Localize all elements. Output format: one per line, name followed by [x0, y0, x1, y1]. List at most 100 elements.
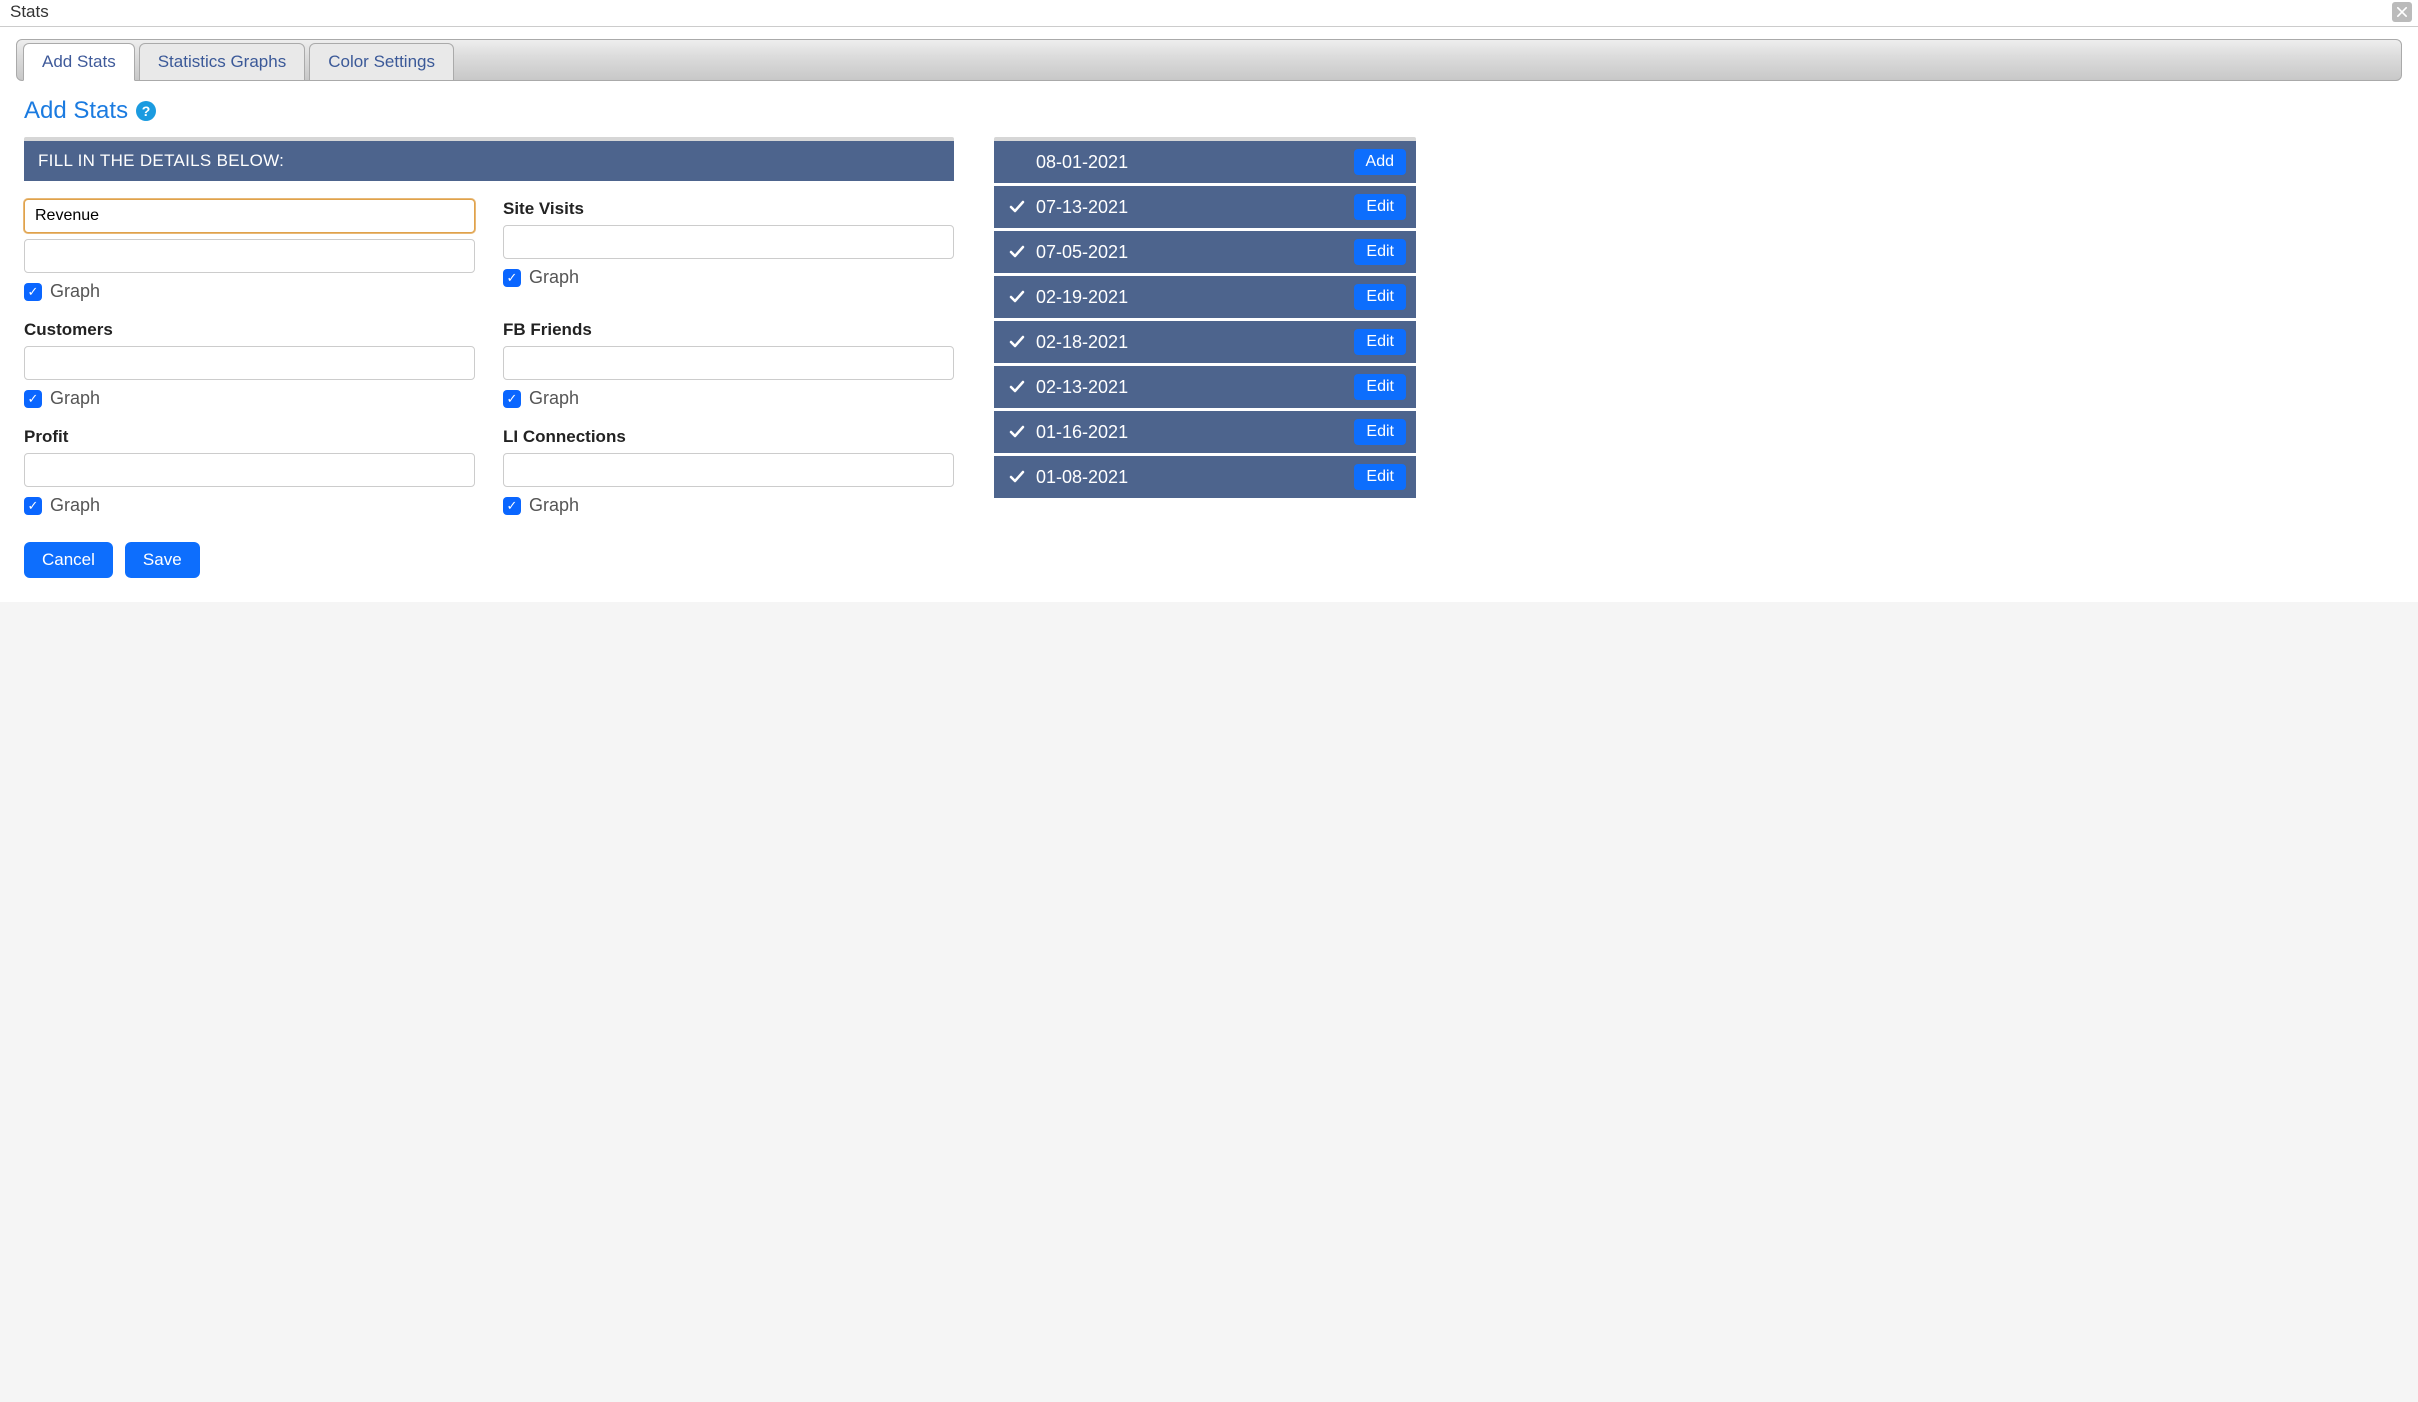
date-left: 02-18-2021 [1008, 332, 1128, 353]
edit-date-button[interactable]: Edit [1354, 329, 1406, 355]
tab-label: Statistics Graphs [158, 52, 287, 71]
date-row: 08-01-2021 Add [994, 141, 1416, 183]
field-label: LI Connections [503, 427, 954, 447]
page-heading: Add Stats [24, 97, 128, 125]
date-text: 08-01-2021 [1036, 152, 1128, 173]
li-connections-graph-checkbox[interactable] [503, 497, 521, 515]
date-row: 02-19-2021 Edit [994, 276, 1416, 318]
tab-label: Color Settings [328, 52, 435, 71]
graph-toggle-row: Graph [24, 388, 475, 409]
form-area: FILL IN THE DETAILS BELOW: Graph [24, 137, 954, 578]
revenue-extra-input[interactable] [24, 239, 475, 273]
edit-date-button[interactable]: Edit [1354, 464, 1406, 490]
date-list: 08-01-2021 Add 07-13-2021 Edit [994, 137, 1416, 501]
profit-input[interactable] [24, 453, 475, 487]
field-label: Customers [24, 320, 475, 340]
date-left: 07-13-2021 [1008, 197, 1128, 218]
date-row: 01-16-2021 Edit [994, 411, 1416, 453]
check-icon [1008, 423, 1026, 441]
content: Add Stats Statistics Graphs Color Settin… [0, 27, 2418, 602]
graph-toggle-row: Graph [503, 388, 954, 409]
date-left: 02-13-2021 [1008, 377, 1128, 398]
graph-label: Graph [50, 495, 100, 516]
date-text: 02-19-2021 [1036, 287, 1128, 308]
graph-toggle-row: Graph [24, 281, 475, 302]
site-visits-graph-checkbox[interactable] [503, 269, 521, 287]
date-text: 07-13-2021 [1036, 197, 1128, 218]
graph-label: Graph [50, 388, 100, 409]
graph-label: Graph [529, 267, 579, 288]
date-row: 07-05-2021 Edit [994, 231, 1416, 273]
check-icon-placeholder [1008, 153, 1026, 171]
field-customers: Customers Graph [24, 320, 475, 419]
date-row: 02-13-2021 Edit [994, 366, 1416, 408]
window-title: Stats [10, 2, 49, 22]
date-row: 01-08-2021 Edit [994, 456, 1416, 498]
graph-label: Graph [50, 281, 100, 302]
edit-date-button[interactable]: Edit [1354, 419, 1406, 445]
check-icon [1008, 198, 1026, 216]
fb-friends-graph-checkbox[interactable] [503, 390, 521, 408]
graph-toggle-row: Graph [24, 495, 475, 516]
main-columns: FILL IN THE DETAILS BELOW: Graph [24, 137, 2394, 578]
graph-toggle-row: Graph [503, 267, 954, 288]
date-left: 07-05-2021 [1008, 242, 1128, 263]
date-text: 01-16-2021 [1036, 422, 1128, 443]
edit-date-button[interactable]: Edit [1354, 374, 1406, 400]
add-date-button[interactable]: Add [1354, 149, 1406, 175]
date-text: 02-13-2021 [1036, 377, 1128, 398]
date-left: 08-01-2021 [1008, 152, 1128, 173]
field-li-connections: LI Connections Graph [503, 427, 954, 526]
date-left: 01-08-2021 [1008, 467, 1128, 488]
graph-toggle-row: Graph [503, 495, 954, 516]
graph-label: Graph [529, 495, 579, 516]
check-icon [1008, 378, 1026, 396]
fb-friends-input[interactable] [503, 346, 954, 380]
field-fb-friends: FB Friends Graph [503, 320, 954, 419]
page-heading-row: Add Stats ? [24, 97, 2394, 125]
profit-graph-checkbox[interactable] [24, 497, 42, 515]
revenue-input[interactable] [24, 199, 475, 233]
field-label: Site Visits [503, 199, 954, 219]
date-left: 02-19-2021 [1008, 287, 1128, 308]
check-icon [1008, 468, 1026, 486]
date-text: 02-18-2021 [1036, 332, 1128, 353]
customers-graph-checkbox[interactable] [24, 390, 42, 408]
field-label: FB Friends [503, 320, 954, 340]
edit-date-button[interactable]: Edit [1354, 194, 1406, 220]
title-bar: Stats [0, 0, 2418, 27]
save-button[interactable]: Save [125, 542, 200, 578]
tabs-bar: Add Stats Statistics Graphs Color Settin… [16, 39, 2402, 81]
stats-dialog: Stats Add Stats Statistics Graphs Color … [0, 0, 2418, 1082]
tab-statistics-graphs[interactable]: Statistics Graphs [139, 43, 306, 81]
empty-area [0, 602, 2418, 1082]
graph-label: Graph [529, 388, 579, 409]
date-left: 01-16-2021 [1008, 422, 1128, 443]
field-profit: Profit Graph [24, 427, 475, 526]
form-header: FILL IN THE DETAILS BELOW: [24, 141, 954, 181]
date-text: 07-05-2021 [1036, 242, 1128, 263]
li-connections-input[interactable] [503, 453, 954, 487]
cancel-button[interactable]: Cancel [24, 542, 113, 578]
tab-label: Add Stats [42, 52, 116, 71]
check-icon [1008, 243, 1026, 261]
edit-date-button[interactable]: Edit [1354, 284, 1406, 310]
date-row: 02-18-2021 Edit [994, 321, 1416, 363]
field-site-visits: Site Visits Graph [503, 199, 954, 312]
form-grid: Graph Site Visits Graph [24, 181, 954, 526]
form-buttons: Cancel Save [24, 542, 954, 578]
tab-add-stats[interactable]: Add Stats [23, 43, 135, 81]
edit-date-button[interactable]: Edit [1354, 239, 1406, 265]
customers-input[interactable] [24, 346, 475, 380]
field-revenue: Graph [24, 199, 475, 312]
date-row: 07-13-2021 Edit [994, 186, 1416, 228]
help-icon[interactable]: ? [136, 101, 156, 121]
field-label: Profit [24, 427, 475, 447]
date-text: 01-08-2021 [1036, 467, 1128, 488]
tab-panel-add-stats: Add Stats ? FILL IN THE DETAILS BELOW: [16, 81, 2402, 602]
revenue-graph-checkbox[interactable] [24, 283, 42, 301]
site-visits-input[interactable] [503, 225, 954, 259]
close-icon[interactable] [2392, 2, 2412, 22]
check-icon [1008, 333, 1026, 351]
tab-color-settings[interactable]: Color Settings [309, 43, 454, 81]
